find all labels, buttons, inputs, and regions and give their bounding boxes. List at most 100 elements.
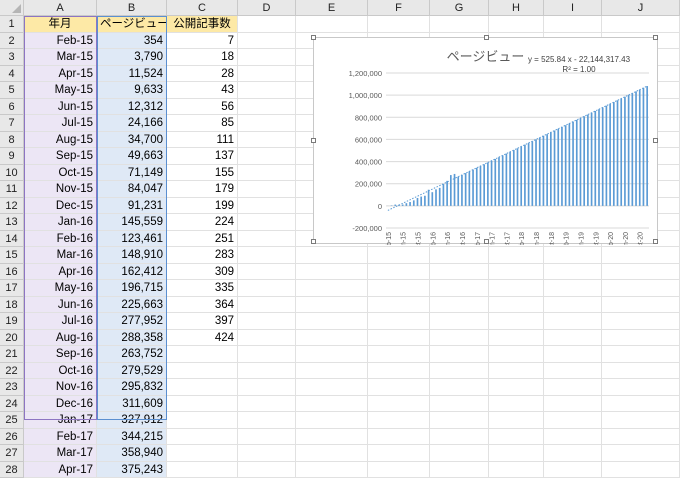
cell-h28[interactable]	[489, 462, 544, 478]
cell-a16[interactable]: Apr-16	[24, 264, 97, 281]
row-header-2[interactable]: 2	[0, 33, 24, 50]
cell-b3[interactable]: 3,790	[97, 49, 167, 66]
cell-c10[interactable]: 155	[167, 165, 238, 182]
cell-a27[interactable]: Mar-17	[24, 445, 97, 462]
row-header-10[interactable]: 10	[0, 165, 24, 182]
cell-d14[interactable]	[238, 231, 296, 248]
cell-a20[interactable]: Aug-16	[24, 330, 97, 347]
row-header-4[interactable]: 4	[0, 66, 24, 83]
cell-b17[interactable]: 196,715	[97, 280, 167, 297]
cell-i16[interactable]	[544, 264, 602, 281]
cell-h1[interactable]	[489, 16, 544, 33]
cell-a26[interactable]: Feb-17	[24, 429, 97, 446]
row-header-11[interactable]: 11	[0, 181, 24, 198]
cell-b6[interactable]: 12,312	[97, 99, 167, 116]
cell-d19[interactable]	[238, 313, 296, 330]
cell-h19[interactable]	[489, 313, 544, 330]
cell-i19[interactable]	[544, 313, 602, 330]
cell-i20[interactable]	[544, 330, 602, 347]
cell-e28[interactable]	[296, 462, 368, 478]
cell-c1[interactable]: 公開記事数	[167, 16, 238, 33]
cell-b10[interactable]: 71,149	[97, 165, 167, 182]
cell-j23[interactable]	[602, 379, 680, 396]
cell-a23[interactable]: Nov-16	[24, 379, 97, 396]
cell-d24[interactable]	[238, 396, 296, 413]
cell-a7[interactable]: Jul-15	[24, 115, 97, 132]
cell-h23[interactable]	[489, 379, 544, 396]
cell-g19[interactable]	[430, 313, 489, 330]
cell-b25[interactable]: 327,912	[97, 412, 167, 429]
cell-j20[interactable]	[602, 330, 680, 347]
cell-h18[interactable]	[489, 297, 544, 314]
cell-c22[interactable]	[167, 363, 238, 380]
select-all-corner[interactable]	[0, 0, 24, 16]
cell-i22[interactable]	[544, 363, 602, 380]
cell-a28[interactable]: Apr-17	[24, 462, 97, 478]
cell-i18[interactable]	[544, 297, 602, 314]
cell-h15[interactable]	[489, 247, 544, 264]
cell-g28[interactable]	[430, 462, 489, 478]
cell-a14[interactable]: Feb-16	[24, 231, 97, 248]
cell-a13[interactable]: Jan-16	[24, 214, 97, 231]
cell-a2[interactable]: Feb-15	[24, 33, 97, 50]
cell-d6[interactable]	[238, 99, 296, 116]
column-header-i[interactable]: I	[544, 0, 602, 16]
cell-e19[interactable]	[296, 313, 368, 330]
cell-e15[interactable]	[296, 247, 368, 264]
cell-e26[interactable]	[296, 429, 368, 446]
cell-c17[interactable]: 335	[167, 280, 238, 297]
pageview-chart[interactable]: ページビュー y = 525.84 x - 22,144,317.43 R² =…	[313, 37, 658, 244]
column-header-j[interactable]: J	[602, 0, 680, 16]
cell-h26[interactable]	[489, 429, 544, 446]
cell-d16[interactable]	[238, 264, 296, 281]
row-header-24[interactable]: 24	[0, 396, 24, 413]
cell-c11[interactable]: 179	[167, 181, 238, 198]
cell-d9[interactable]	[238, 148, 296, 165]
cell-b19[interactable]: 277,952	[97, 313, 167, 330]
cell-c16[interactable]: 309	[167, 264, 238, 281]
cell-b22[interactable]: 279,529	[97, 363, 167, 380]
cell-d18[interactable]	[238, 297, 296, 314]
row-header-12[interactable]: 12	[0, 198, 24, 215]
cell-a25[interactable]: Jan-17	[24, 412, 97, 429]
cell-g21[interactable]	[430, 346, 489, 363]
cell-a8[interactable]: Aug-15	[24, 132, 97, 149]
cell-i17[interactable]	[544, 280, 602, 297]
cell-a10[interactable]: Oct-15	[24, 165, 97, 182]
cell-i23[interactable]	[544, 379, 602, 396]
cell-a12[interactable]: Dec-15	[24, 198, 97, 215]
cell-g20[interactable]	[430, 330, 489, 347]
cell-c4[interactable]: 28	[167, 66, 238, 83]
cell-d5[interactable]	[238, 82, 296, 99]
cell-d15[interactable]	[238, 247, 296, 264]
cell-f17[interactable]	[368, 280, 430, 297]
cell-a5[interactable]: May-15	[24, 82, 97, 99]
resize-handle-bottom[interactable]	[484, 239, 489, 244]
cell-g18[interactable]	[430, 297, 489, 314]
cell-b21[interactable]: 263,752	[97, 346, 167, 363]
cell-e20[interactable]	[296, 330, 368, 347]
cell-h20[interactable]	[489, 330, 544, 347]
row-header-23[interactable]: 23	[0, 379, 24, 396]
row-header-25[interactable]: 25	[0, 412, 24, 429]
cell-j25[interactable]	[602, 412, 680, 429]
row-header-27[interactable]: 27	[0, 445, 24, 462]
cell-j26[interactable]	[602, 429, 680, 446]
cell-h25[interactable]	[489, 412, 544, 429]
row-header-26[interactable]: 26	[0, 429, 24, 446]
cell-c13[interactable]: 224	[167, 214, 238, 231]
cell-a15[interactable]: Mar-16	[24, 247, 97, 264]
column-header-a[interactable]: A	[24, 0, 97, 16]
cell-e25[interactable]	[296, 412, 368, 429]
cell-b24[interactable]: 311,609	[97, 396, 167, 413]
row-header-6[interactable]: 6	[0, 99, 24, 116]
row-header-18[interactable]: 18	[0, 297, 24, 314]
cell-d13[interactable]	[238, 214, 296, 231]
cell-a1[interactable]: 年月	[24, 16, 97, 33]
cell-b20[interactable]: 288,358	[97, 330, 167, 347]
cell-d3[interactable]	[238, 49, 296, 66]
cell-b28[interactable]: 375,243	[97, 462, 167, 478]
row-header-21[interactable]: 21	[0, 346, 24, 363]
row-header-9[interactable]: 9	[0, 148, 24, 165]
cell-j21[interactable]	[602, 346, 680, 363]
